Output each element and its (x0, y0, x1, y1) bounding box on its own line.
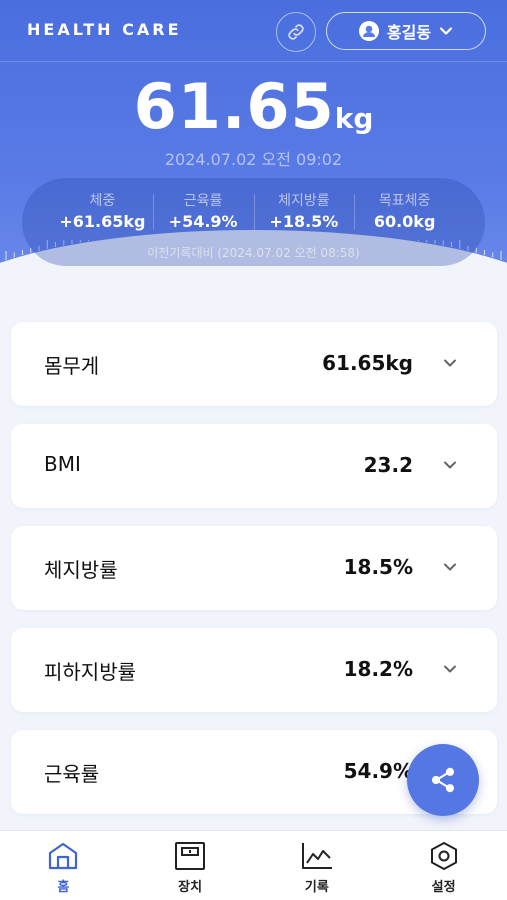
app-brand: HEALTH CARE (27, 20, 182, 39)
metric-value: 61.65kg (322, 351, 413, 375)
link-button[interactable] (276, 12, 316, 52)
metric-value: 18.2% (343, 657, 413, 681)
stat-weight: 체중 +61.65kg (52, 190, 153, 234)
nav-label: 장치 (178, 880, 203, 895)
metric-name: 피하지방률 (44, 660, 136, 684)
chevron-down-icon (444, 359, 456, 367)
chevron-down-icon (444, 563, 456, 571)
stat-label: 목표체중 (378, 193, 431, 209)
nav-settings[interactable]: 설정 (380, 831, 507, 900)
nav-home[interactable]: 홈 (0, 831, 127, 900)
nav-label: 홈 (57, 880, 70, 895)
stat-target-weight: 목표체중 60.0kg (354, 190, 455, 234)
nav-device[interactable]: 장치 (127, 831, 254, 900)
metric-card-weight[interactable]: 몸무게 61.65kg (11, 322, 497, 406)
header-panel: HEALTH CARE 홍길동 61.65kg 2024.07.02 오전 09… (0, 0, 507, 300)
measurement-datetime: 2024.07.02 오전 09:02 (164, 150, 343, 169)
metric-value: 54.9% (343, 759, 413, 783)
metric-card-body-fat[interactable]: 체지방률 18.5% (11, 526, 497, 610)
stats-row: 체중 +61.65kg 근육률 +54.9% 체지방률 +18.5% 목표체중 … (52, 190, 455, 234)
current-weight: 61.65kg (0, 70, 507, 143)
stat-label: 체중 (89, 193, 116, 209)
metric-name: 근육률 (44, 762, 100, 786)
chevron-down-icon (444, 461, 456, 469)
stat-value: +54.9% (168, 212, 238, 231)
nav-label: 설정 (431, 880, 456, 895)
weight-unit: kg (334, 102, 374, 135)
stat-body-fat: 체지방률 +18.5% (253, 190, 355, 234)
settings-icon (430, 842, 457, 870)
stat-label: 체지방률 (278, 193, 330, 209)
metric-name: 몸무게 (44, 354, 100, 378)
share-button[interactable] (407, 744, 479, 816)
top-bar: HEALTH CARE 홍길동 (0, 0, 507, 62)
stat-muscle-rate: 근육률 +54.9% (152, 190, 254, 234)
metric-value: 18.5% (343, 555, 413, 579)
user-avatar-icon (358, 21, 379, 41)
user-name: 홍길동 (386, 23, 432, 42)
chart-icon (301, 843, 332, 869)
nav-label: 기록 (304, 880, 329, 895)
home-icon (49, 842, 78, 870)
nav-records[interactable]: 기록 (254, 831, 381, 900)
metric-card-subcutaneous-fat[interactable]: 피하지방률 18.2% (11, 628, 497, 712)
stat-value: 60.0kg (373, 212, 436, 231)
scale-icon (175, 842, 206, 870)
chevron-down-icon (444, 665, 456, 673)
bottom-navigation: 홈 장치 기록 설정 (0, 830, 507, 900)
stats-summary: 체중 +61.65kg 근육률 +54.9% 체지방률 +18.5% 목표체중 … (22, 178, 485, 266)
share-icon (431, 767, 455, 793)
metric-name: BMI (44, 452, 81, 476)
chevron-down-icon (439, 27, 453, 35)
user-selector[interactable]: 홍길동 (326, 12, 486, 50)
metric-value: 23.2 (363, 453, 413, 477)
stat-label: 근육률 (183, 193, 223, 209)
compare-note: 이전기록대비 (2024.07.02 오전 08:58) (147, 246, 360, 260)
metric-name: 체지방률 (44, 558, 118, 582)
metric-card-bmi[interactable]: BMI 23.2 (11, 424, 497, 508)
stat-value: +61.65kg (59, 212, 146, 231)
link-icon (288, 24, 304, 40)
weight-value: 61.65 (133, 70, 335, 143)
stat-value: +18.5% (269, 212, 339, 231)
